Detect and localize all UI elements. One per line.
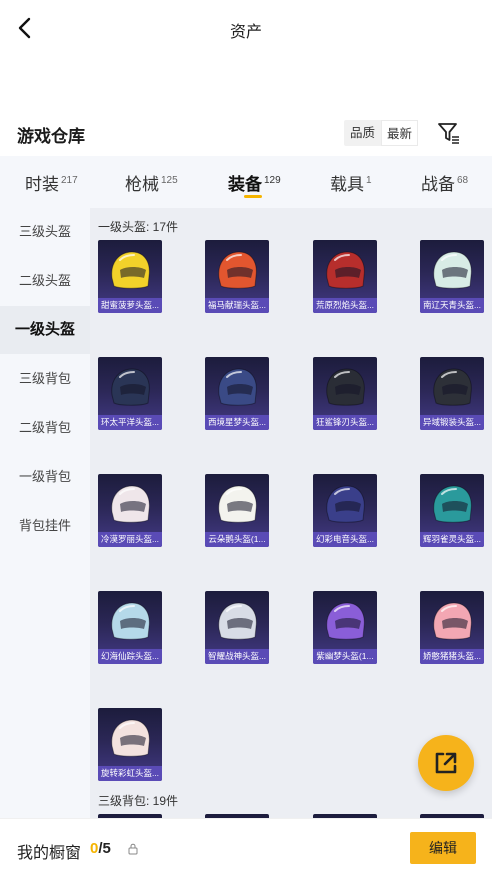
warehouse-header: 游戏仓库 品质 最新 — [0, 112, 492, 152]
helmet-name: 环太平洋头盔... — [98, 415, 162, 430]
helmet-card[interactable]: 辉羽雀灵头盔... — [420, 474, 484, 547]
subcategory-sidebar: 三级头盔 二级头盔 一级头盔 三级背包 二级背包 一级背包 背包挂件 — [0, 208, 90, 818]
helmet-icon — [326, 485, 365, 523]
helmet-card[interactable]: 异域锻装头盔... — [420, 357, 484, 430]
cabinet-total: /5 — [98, 840, 111, 857]
sidebar-item-level3-backpack[interactable]: 三级背包 — [0, 355, 90, 403]
tab-label: 战备 — [421, 175, 455, 194]
helmet-card[interactable]: 甜蜜菠萝头盔... — [98, 240, 162, 313]
helmet-icon — [111, 719, 150, 757]
sidebar-item-level2-backpack[interactable]: 二级背包 — [0, 404, 90, 452]
edit-button[interactable]: 编辑 — [410, 832, 476, 864]
helmet-name: 幻海仙踪头盔... — [98, 649, 162, 664]
helmet-icon — [111, 485, 150, 523]
helmet-name: 西境星梦头盔... — [205, 415, 269, 430]
tab-label: 载具 — [330, 175, 364, 194]
helmet-icon — [433, 485, 472, 523]
helmet-card[interactable]: 冷漠罗丽头盔... — [98, 474, 162, 547]
page-title: 资产 — [229, 24, 262, 41]
helmet-name: 福马献瑞头盔... — [205, 298, 269, 313]
helmet-icon — [218, 368, 257, 406]
helmet-icon — [433, 251, 472, 289]
tab-count: 68 — [457, 175, 469, 186]
tab-fashion[interactable]: 时装 217 — [25, 170, 78, 195]
helmet-name: 辉羽雀灵头盔... — [420, 532, 484, 547]
helmet-card[interactable]: 荒原烈焰头盔... — [313, 240, 377, 313]
tab-label: 时装 — [25, 175, 59, 194]
sidebar-item-level3-helmet[interactable]: 三级头盔 — [0, 208, 90, 256]
cabinet-bar: 我的橱窗 0/5 编辑 — [0, 818, 492, 876]
sidebar-item-level1-helmet[interactable]: 一级头盔 — [0, 306, 90, 354]
sidebar-item-backpack-charm[interactable]: 背包挂件 — [0, 502, 90, 550]
tab-supplies[interactable]: 战备 68 — [421, 170, 468, 195]
category-tabs: 时装 217 枪械 125 装备 129 载具 1 战备 68 — [0, 156, 492, 208]
helmet-card[interactable]: 云朵鹅头盔(1... — [205, 474, 269, 547]
helmet-card[interactable]: 南辽天青头盔... — [420, 240, 484, 313]
tab-equipment[interactable]: 装备 129 — [228, 170, 281, 195]
helmet-name: 甜蜜菠萝头盔... — [98, 298, 162, 313]
share-button[interactable] — [418, 735, 474, 791]
helmet-icon — [433, 368, 472, 406]
active-tab-indicator — [244, 195, 262, 198]
helmet-name: 南辽天青头盔... — [420, 298, 484, 313]
helmet-name: 狂鲨锋刃头盔... — [313, 415, 377, 430]
helmet-icon — [111, 602, 150, 640]
group-title: 一级头盔: 17件 — [98, 220, 179, 234]
helmet-name: 娇憨猪猪头盔... — [420, 649, 484, 664]
tab-label: 装备 — [228, 175, 262, 194]
helmet-name: 幻彩电音头盔... — [313, 532, 377, 547]
tab-count: 125 — [161, 175, 178, 186]
helmet-icon — [433, 602, 472, 640]
sort-quality-button[interactable]: 品质 — [344, 120, 381, 146]
helmet-name: 荒原烈焰头盔... — [313, 298, 377, 313]
helmet-icon — [218, 485, 257, 523]
cabinet-label: 我的橱窗 — [17, 845, 82, 862]
helmet-icon — [218, 602, 257, 640]
helmet-card[interactable]: 旋转彩虹头盔... — [98, 708, 162, 781]
filter-icon[interactable] — [436, 120, 462, 146]
helmet-card[interactable]: 智耀战神头盔... — [205, 591, 269, 664]
helmet-icon — [111, 368, 150, 406]
helmet-card[interactable]: 西境星梦头盔... — [205, 357, 269, 430]
helmet-name: 智耀战神头盔... — [205, 649, 269, 664]
helmet-card[interactable]: 紫幽梦头盔(1... — [313, 591, 377, 664]
helmet-name: 异域锻装头盔... — [420, 415, 484, 430]
group-title: 三级背包: 19件 — [98, 794, 179, 808]
helmet-name: 冷漠罗丽头盔... — [98, 532, 162, 547]
helmet-icon — [326, 368, 365, 406]
helmet-icon — [218, 251, 257, 289]
helmet-name: 云朵鹅头盔(1... — [205, 532, 269, 547]
tab-count: 1 — [366, 175, 372, 186]
tab-count: 217 — [61, 175, 78, 186]
helmet-name: 紫幽梦头盔(1... — [313, 649, 377, 664]
helmet-card[interactable]: 环太平洋头盔... — [98, 357, 162, 430]
helmet-card[interactable]: 福马献瑞头盔... — [205, 240, 269, 313]
tab-count: 129 — [264, 175, 281, 186]
share-external-icon — [435, 752, 457, 774]
helmet-icon — [326, 602, 365, 640]
lock-icon — [128, 843, 138, 855]
helmet-icon — [111, 251, 150, 289]
top-bar: 资产 — [0, 0, 492, 56]
helmet-icon — [326, 251, 365, 289]
sort-newest-button[interactable]: 最新 — [381, 120, 418, 146]
section-title: 游戏仓库 — [17, 127, 85, 146]
helmet-name: 旋转彩虹头盔... — [98, 766, 162, 781]
cabinet-count: 0/5 — [90, 840, 111, 857]
sidebar-item-level1-backpack[interactable]: 一级背包 — [0, 453, 90, 501]
sort-toggle: 品质 最新 — [344, 120, 418, 146]
helmet-card[interactable]: 幻海仙踪头盔... — [98, 591, 162, 664]
sidebar-item-level2-helmet[interactable]: 二级头盔 — [0, 257, 90, 305]
helmet-card[interactable]: 狂鲨锋刃头盔... — [313, 357, 377, 430]
tab-vehicles[interactable]: 载具 1 — [330, 170, 372, 195]
tab-firearms[interactable]: 枪械 125 — [125, 170, 178, 195]
helmet-card[interactable]: 幻彩电音头盔... — [313, 474, 377, 547]
item-grid: 一级头盔: 17件 三级背包: 19件 甜蜜菠萝头盔... 福马献瑞头盔... 荒原… — [90, 208, 492, 818]
helmet-card[interactable]: 娇憨猪猪头盔... — [420, 591, 484, 664]
tab-label: 枪械 — [125, 175, 159, 194]
